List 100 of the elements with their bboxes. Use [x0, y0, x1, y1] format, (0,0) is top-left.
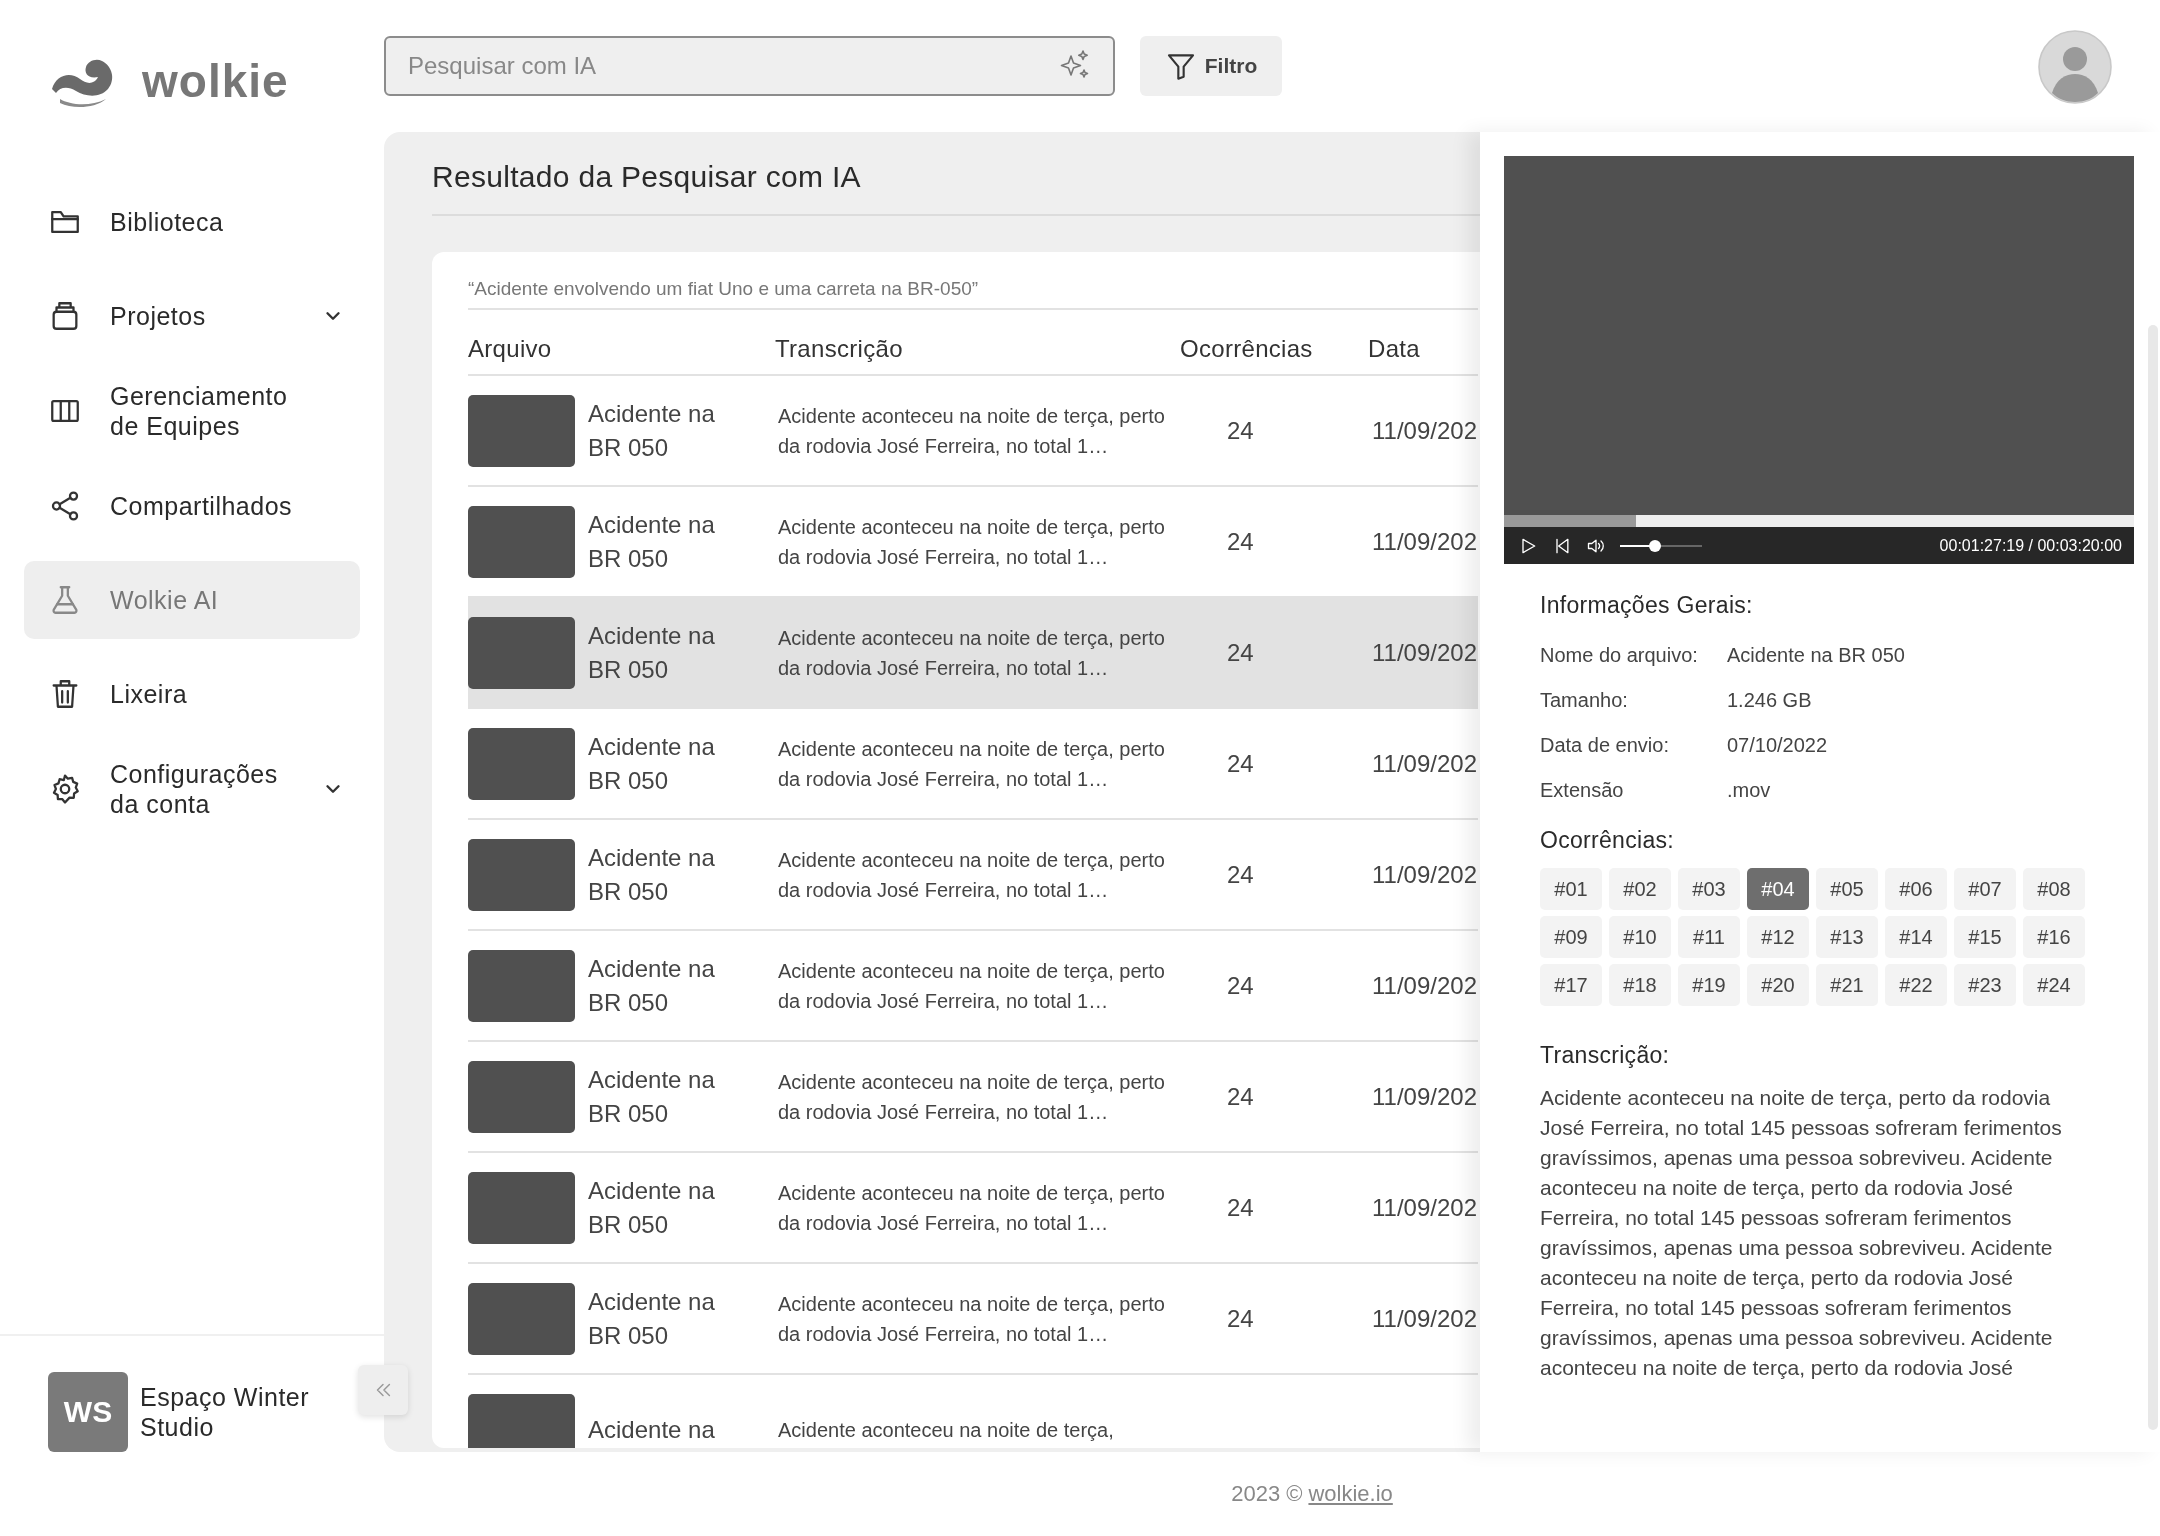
- file-name: Acidente na BR 050: [588, 731, 716, 796]
- occurrence-chip[interactable]: #16: [2023, 916, 2085, 958]
- sidebar-item[interactable]: Configurações da conta: [24, 749, 360, 829]
- occurrence-chip[interactable]: #20: [1747, 964, 1809, 1006]
- occurrence-count: 24: [1226, 749, 1254, 777]
- file-name: Acidente na BR 050: [588, 620, 716, 685]
- transcription-snippet: Acidente aconteceu na noite de terça, perto da rodovia José Ferreira, no total 1…: [777, 958, 1165, 1014]
- table-row[interactable]: Acidente na BR 050 Acidente aconteceu na noite de terça, perto da rodovia José Ferreira, no total 1… 24 11/09/202: [468, 709, 1478, 820]
- occurrence-chip[interactable]: #14: [1885, 916, 1947, 958]
- occurrence-chip[interactable]: #21: [1816, 964, 1878, 1006]
- occurrence-chip[interactable]: #11: [1678, 916, 1740, 958]
- table-row[interactable]: Acidente na BR 050 Acidente aconteceu na noite de terça, perto da rodovia José Ferreira, no total 1… 24 11/09/202: [468, 376, 1478, 487]
- transcription-snippet: Acidente aconteceu na noite de terça, perto da rodovia José Ferreira, no total 1…: [777, 1069, 1165, 1125]
- brand-name: wolkie: [142, 54, 289, 108]
- occurrence-count: 24: [1226, 1082, 1254, 1110]
- section-title: Informações Gerais:: [1540, 592, 1754, 619]
- occurrence-count: 24: [1226, 971, 1254, 999]
- field-value: 07/10/2022: [1727, 734, 1828, 757]
- occurrence-chip[interactable]: #09: [1540, 916, 1602, 958]
- website-link[interactable]: wolkie.io: [1308, 1481, 1393, 1507]
- transcription-text: Acidente aconteceu na noite de terça, perto da rodovia José Ferreira, no total 145 pessoas sofreram ferimentos gravíssimos, apenas uma pessoa sobreviveu. Acidente aconteceu na noite de terça, perto da rodovia José Ferreira, no total 145 pessoas sofreram ferimentos gravíssimos, apenas uma pessoa sobreviveu. Acidente aconteceu na noite de terça, perto da rodovia José Ferreira, no total 145 pessoas sofreram ferimentos gravíssimos, apenas uma pessoa sobreviveu. Acidente aconteceu na noite de terça, perto da rodovia José: [1540, 1085, 2063, 1381]
- field-value: 1.246 GB: [1727, 689, 1812, 712]
- table-row[interactable]: Acidente na BR 050 Acidente aconteceu na noite de terça, perto da rodovia José Ferreira, no total 1… 24 11/09/202: [468, 1153, 1478, 1264]
- transcription-snippet: Acidente aconteceu na noite de terça, perto da rodovia José Ferreira, no total 1…: [777, 1180, 1165, 1236]
- file-name: Acidente na BR 050: [588, 398, 716, 463]
- file-name: Acidente na BR 050: [588, 842, 716, 907]
- search-query: “Acidente envolvendo um fiat Uno e uma carreta na BR-050”: [468, 252, 1478, 310]
- transcription-snippet: Acidente aconteceu na noite de terça, perto da rodovia José Ferreira, no total 1…: [777, 403, 1165, 459]
- date-cell-text: 11/09/202: [1371, 971, 1477, 999]
- transcription-snippet: Acidente aconteceu na noite de terça, perto da rodovia José Ferreira, no total 1…: [777, 514, 1165, 570]
- occurrence-chip[interactable]: #10: [1609, 916, 1671, 958]
- occurrence-chip[interactable]: #19: [1678, 964, 1740, 1006]
- field-value: Acidente na BR 050: [1727, 644, 1905, 667]
- sidebar-item[interactable]: Wolkie AI: [24, 561, 360, 639]
- field-label: Tamanho:: [1540, 689, 1629, 712]
- occurrence-chip[interactable]: #22: [1885, 964, 1947, 1006]
- date-cell-text: 11/09/202: [1371, 1193, 1477, 1221]
- occurrence-chip[interactable]: #24: [2023, 964, 2085, 1006]
- occurrence-chip[interactable]: #17: [1540, 964, 1602, 1006]
- date-cell-text: 11/09/202: [1371, 638, 1477, 666]
- occurrence-chip[interactable]: #12: [1747, 916, 1809, 958]
- occurrence-chip[interactable]: #03: [1678, 868, 1740, 910]
- date-cell-text: 11/09/202: [1371, 749, 1477, 777]
- copyright-text: 2023 ©: [1231, 1481, 1303, 1507]
- field-label: Data de envio:: [1540, 734, 1670, 757]
- occurrence-chip[interactable]: #01: [1540, 868, 1602, 910]
- transcription-snippet: Acidente aconteceu na noite de terça,: [777, 1417, 1115, 1443]
- table-row[interactable]: Acidente na BR 050 Acidente aconteceu na noite de terça, perto da rodovia José Ferreira, no total 1… 24 11/09/202: [468, 1042, 1478, 1153]
- field-value: .mov: [1727, 779, 1771, 802]
- column-header: Arquivo: [468, 335, 553, 363]
- search-field[interactable]: Pesquisar com IA: [384, 36, 1115, 96]
- workspace-avatar: WS: [48, 1372, 128, 1452]
- file-name: Acidente na BR 050: [588, 509, 716, 574]
- occurrence-count: 24: [1226, 527, 1254, 555]
- occurrence-chip[interactable]: #04: [1747, 868, 1809, 910]
- occurrence-chip[interactable]: #23: [1954, 964, 2016, 1006]
- field-label: Nome do arquivo:: [1540, 644, 1699, 667]
- column-header: Ocorrências: [1180, 335, 1314, 363]
- file-name: Acidente na: [588, 1414, 716, 1445]
- transcription-snippet: Acidente aconteceu na noite de terça, perto da rodovia José Ferreira, no total 1…: [777, 1291, 1165, 1347]
- transcription-snippet: Acidente aconteceu na noite de terça, perto da rodovia José Ferreira, no total 1…: [777, 736, 1165, 792]
- date-cell-text: 11/09/202: [1371, 527, 1477, 555]
- column-header: Transcrição: [775, 335, 904, 363]
- volume-thumb[interactable]: [1649, 539, 1662, 552]
- file-name: Acidente na BR 050: [588, 953, 716, 1018]
- occurrence-count: 24: [1226, 416, 1254, 444]
- table-row[interactable]: Acidente na Acidente aconteceu na noite de terça,: [468, 1375, 1478, 1448]
- sidebar-item[interactable]: Compartilhados: [24, 467, 360, 545]
- occurrence-chip[interactable]: #07: [1954, 868, 2016, 910]
- column-header: Data: [1368, 335, 1421, 363]
- date-cell-text: 11/09/202: [1371, 1304, 1477, 1332]
- transcription-snippet: Acidente aconteceu na noite de terça, perto da rodovia José Ferreira, no total 1…: [777, 847, 1165, 903]
- transcription-snippet: Acidente aconteceu na noite de terça, perto da rodovia José Ferreira, no total 1…: [777, 625, 1165, 681]
- filter-button[interactable]: Filtro: [1140, 36, 1282, 96]
- sidebar-item[interactable]: Lixeira: [24, 655, 360, 733]
- file-name: Acidente na BR 050: [588, 1175, 716, 1240]
- occurrence-count: 24: [1226, 638, 1254, 666]
- section-title: Transcrição:: [1540, 1042, 1671, 1069]
- file-name: Acidente na BR 050: [588, 1286, 716, 1351]
- table-row[interactable]: Acidente na BR 050 Acidente aconteceu na noite de terça, perto da rodovia José Ferreira, no total 1… 24 11/09/202: [468, 931, 1478, 1042]
- table-row[interactable]: Acidente na BR 050 Acidente aconteceu na noite de terça, perto da rodovia José Ferreira, no total 1… 24 11/09/202: [468, 598, 1478, 709]
- occurrence-chip[interactable]: #18: [1609, 964, 1671, 1006]
- occurrence-chip[interactable]: #13: [1816, 916, 1878, 958]
- workspace-name: Espaço Winter Studio: [140, 1382, 311, 1442]
- sidebar-item[interactable]: Projetos: [24, 277, 360, 355]
- occurrence-chip[interactable]: #06: [1885, 868, 1947, 910]
- sidebar-item[interactable]: Biblioteca: [24, 183, 360, 261]
- occurrence-chip[interactable]: #15: [1954, 916, 2016, 958]
- table-row[interactable]: Acidente na BR 050 Acidente aconteceu na noite de terça, perto da rodovia José Ferreira, no total 1… 24 11/09/202: [468, 1264, 1478, 1375]
- occurrence-chip[interactable]: #02: [1609, 868, 1671, 910]
- file-name: Acidente na BR 050: [588, 1064, 716, 1129]
- date-cell-text: 11/09/202: [1371, 860, 1477, 888]
- sidebar-item[interactable]: Gerenciamento de Equipes: [24, 371, 360, 451]
- occurrence-count: 24: [1226, 1193, 1254, 1221]
- field-label: Extensão: [1540, 779, 1625, 802]
- section-title: Ocorrências:: [1540, 827, 1675, 854]
- occurrence-chip[interactable]: #08: [2023, 868, 2085, 910]
- table-row[interactable]: Acidente na BR 050 Acidente aconteceu na noite de terça, perto da rodovia José Ferreira, no total 1… 24 11/09/202: [468, 820, 1478, 931]
- occurrence-count: 24: [1226, 1304, 1254, 1332]
- occurrence-chip[interactable]: #05: [1816, 868, 1878, 910]
